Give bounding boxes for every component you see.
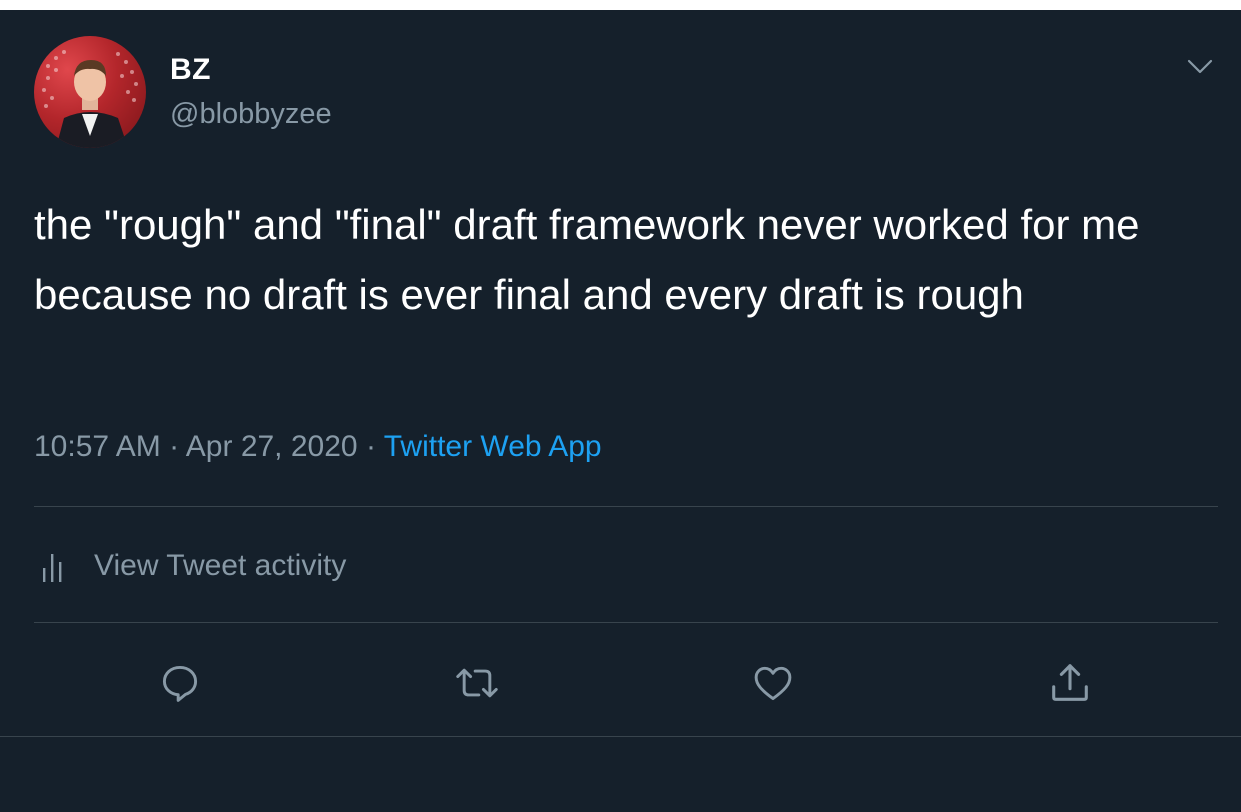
tweet-source-link[interactable]: Twitter Web App	[384, 430, 602, 463]
tweet-meta: 10:57 AM · Apr 27, 2020 · Twitter Web Ap…	[34, 430, 602, 464]
reply-icon	[162, 665, 198, 702]
view-tweet-activity-button[interactable]: View Tweet activity	[34, 546, 346, 586]
view-tweet-activity-label: View Tweet activity	[94, 549, 347, 582]
tweet-card: BZ @blobbyzee the "rough" and "final" dr…	[0, 10, 1241, 812]
retweet-icon	[456, 668, 498, 698]
tweet-date[interactable]: Apr 27, 2020	[186, 430, 358, 463]
divider	[34, 622, 1218, 623]
bar-chart-icon	[43, 554, 62, 582]
display-name[interactable]: BZ	[170, 53, 211, 87]
share-icon	[1052, 664, 1088, 701]
like-button[interactable]	[748, 658, 798, 708]
avatar-image	[42, 50, 138, 148]
avatar[interactable]	[34, 36, 146, 148]
retweet-button[interactable]	[452, 658, 502, 708]
divider	[34, 506, 1218, 507]
reply-button[interactable]	[155, 658, 205, 708]
chevron-down-icon[interactable]	[1184, 54, 1216, 78]
meta-separator: ·	[365, 430, 376, 463]
divider	[0, 736, 1241, 737]
meta-separator: ·	[169, 430, 180, 463]
share-button[interactable]	[1045, 658, 1095, 708]
user-handle[interactable]: @blobbyzee	[170, 98, 332, 131]
tweet-time[interactable]: 10:57 AM	[34, 430, 161, 463]
tweet-text: the "rough" and "final" draft framework …	[34, 201, 1140, 318]
heart-icon	[754, 666, 792, 701]
